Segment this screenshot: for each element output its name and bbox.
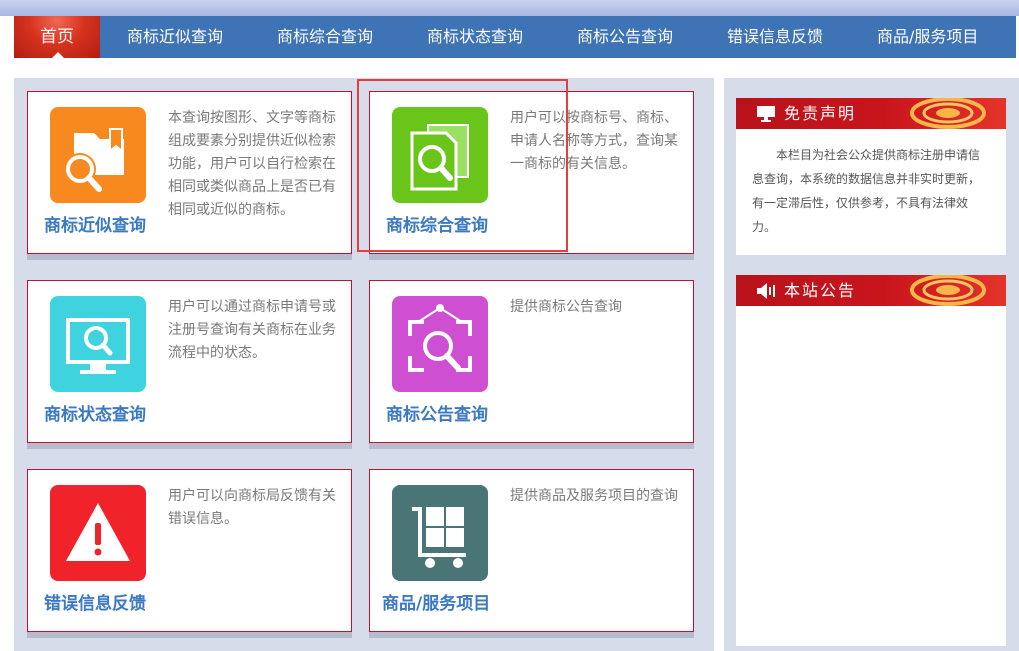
nav-item-error-feedback[interactable]: 错误信息反馈 <box>727 16 823 58</box>
side-panel: 免责声明 本栏目为社会公众提供商标注册申请信息查询，本系统的数据信息并非实时更新… <box>724 78 1019 651</box>
main-panel: 商标近似查询 本查询按图形、文字等商标组成要素分别提供近似检索功能，用户可以自行… <box>14 78 714 651</box>
disclaimer-text: 本栏目为社会公众提供商标注册申请信息查询，本系统的数据信息并非实时更新，有一定滞… <box>752 148 981 234</box>
warning-icon[interactable] <box>50 485 146 581</box>
card-goods-services[interactable]: 商品/服务项目 提供商品及服务项目的查询 <box>369 469 694 632</box>
monitor-icon <box>757 106 775 122</box>
emblem-decoration <box>910 275 986 306</box>
card-title[interactable]: 商品/服务项目 <box>382 589 490 614</box>
main-nav: 首页 商标近似查询 商标综合查询 商标状态查询 商标公告查询 错误信息反馈 商品… <box>14 16 1016 58</box>
card-description: 提供商品及服务项目的查询 <box>510 488 678 504</box>
top-band <box>0 0 1019 16</box>
card-title[interactable]: 商标近似查询 <box>44 211 146 236</box>
disclaimer-title: 免责声明 <box>784 104 857 123</box>
card-description: 用户可以按商标号、商标、申请人名称等方式，查询某一商标的有关信息。 <box>510 110 678 172</box>
nav-item-similar-search[interactable]: 商标近似查询 <box>127 16 223 58</box>
card-description: 提供商标公告查询 <box>510 299 622 315</box>
nav-item-goods-services[interactable]: 商品/服务项目 <box>877 16 978 58</box>
nav-home[interactable]: 首页 <box>14 16 100 58</box>
disclaimer-box: 免责声明 本栏目为社会公众提供商标注册申请信息查询，本系统的数据信息并非实时更新… <box>736 98 1006 255</box>
notice-header: 本站公告 <box>736 275 1006 306</box>
emblem-decoration <box>910 98 986 129</box>
card-error-feedback[interactable]: 错误信息反馈 用户可以向商标局反馈有关错误信息。 <box>27 469 352 632</box>
notice-board-search-icon[interactable] <box>392 296 488 392</box>
nav-item-announcement-search[interactable]: 商标公告查询 <box>577 16 673 58</box>
card-title[interactable]: 商标综合查询 <box>386 211 488 236</box>
notice-box: 本站公告 <box>736 275 1006 646</box>
card-title[interactable]: 商标公告查询 <box>386 400 488 425</box>
card-announcement-search[interactable]: 商标公告查询 提供商标公告查询 <box>369 280 694 443</box>
card-title[interactable]: 错误信息反馈 <box>44 589 146 614</box>
card-description: 用户可以通过商标申请号或注册号查询有关商标在业务流程中的状态。 <box>168 299 336 361</box>
documents-search-icon[interactable] <box>392 107 488 203</box>
speaker-icon <box>757 283 775 299</box>
card-description: 本查询按图形、文字等商标组成要素分别提供近似检索功能，用户可以自行检索在相同或类… <box>168 110 336 218</box>
cart-icon[interactable] <box>392 485 488 581</box>
card-comprehensive-search[interactable]: 商标综合查询 用户可以按商标号、商标、申请人名称等方式，查询某一商标的有关信息。 <box>369 91 694 254</box>
card-title[interactable]: 商标状态查询 <box>44 400 146 425</box>
nav-item-status-search[interactable]: 商标状态查询 <box>427 16 523 58</box>
card-status-search[interactable]: 商标状态查询 用户可以通过商标申请号或注册号查询有关商标在业务流程中的状态。 <box>27 280 352 443</box>
card-description: 用户可以向商标局反馈有关错误信息。 <box>168 488 336 527</box>
disclaimer-header: 免责声明 <box>736 98 1006 129</box>
monitor-search-icon[interactable] <box>50 296 146 392</box>
nav-item-comprehensive-search[interactable]: 商标综合查询 <box>277 16 373 58</box>
notice-title: 本站公告 <box>784 281 857 300</box>
folder-search-icon[interactable] <box>50 107 146 203</box>
card-similar-search[interactable]: 商标近似查询 本查询按图形、文字等商标组成要素分别提供近似检索功能，用户可以自行… <box>27 91 352 254</box>
